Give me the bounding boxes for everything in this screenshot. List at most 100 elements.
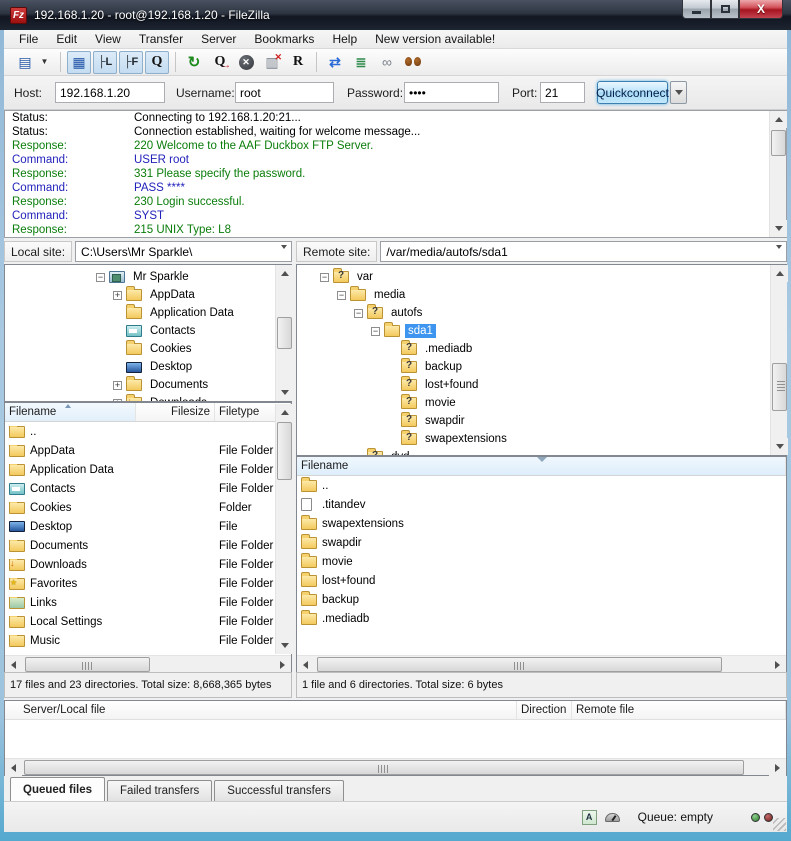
expander-icon[interactable] bbox=[320, 273, 329, 282]
scrollbar-thumb[interactable] bbox=[317, 657, 722, 672]
file-row[interactable]: Downloads File Folder bbox=[5, 555, 291, 574]
chevron-down-icon[interactable] bbox=[281, 245, 287, 263]
file-row[interactable]: .titandev bbox=[297, 495, 786, 514]
menu-item[interactable]: Server bbox=[192, 30, 245, 48]
tree-item[interactable]: var bbox=[297, 268, 786, 286]
scroll-left-icon[interactable] bbox=[11, 661, 16, 669]
title-bar[interactable]: Fz 192.168.1.20 - root@192.168.1.20 - Fi… bbox=[0, 0, 791, 30]
scrollbar-thumb[interactable] bbox=[277, 422, 292, 480]
scroll-left-icon[interactable] bbox=[11, 764, 16, 772]
scrollbar-thumb[interactable] bbox=[771, 130, 786, 156]
port-input[interactable] bbox=[540, 82, 585, 103]
file-row[interactable]: backup bbox=[297, 590, 786, 609]
remote-tree-vertical-scrollbar[interactable] bbox=[770, 265, 787, 455]
tree-item[interactable]: backup bbox=[297, 358, 786, 376]
menu-item[interactable]: Help bbox=[323, 30, 366, 48]
file-row[interactable]: AppData File Folder bbox=[5, 441, 291, 460]
column-header-filesize[interactable]: Filesize bbox=[136, 403, 215, 421]
remote-directory-tree[interactable]: var media autofs sda1 .mediadb back bbox=[296, 264, 787, 456]
directory-comparison-button[interactable]: ⇄ bbox=[323, 51, 347, 74]
scroll-down-icon[interactable] bbox=[775, 226, 783, 231]
tree-item[interactable]: dvd bbox=[297, 448, 786, 456]
username-input[interactable] bbox=[235, 82, 334, 103]
scroll-left-icon[interactable] bbox=[303, 661, 308, 669]
synchronized-browsing-button[interactable]: ∞ bbox=[375, 51, 399, 74]
scroll-up-icon[interactable] bbox=[281, 410, 289, 415]
queue-tab[interactable]: Successful transfers bbox=[214, 780, 344, 801]
host-input[interactable] bbox=[55, 82, 165, 103]
tree-item[interactable]: AppData bbox=[5, 286, 291, 304]
reconnect-button[interactable]: R bbox=[286, 51, 310, 74]
password-input[interactable] bbox=[404, 82, 499, 103]
column-header-server-local-file[interactable]: Server/Local file bbox=[5, 701, 517, 719]
file-row[interactable]: Application Data File Folder bbox=[5, 460, 291, 479]
site-manager-button[interactable]: ▤ bbox=[13, 51, 37, 74]
expander-icon[interactable] bbox=[354, 309, 363, 318]
toggle-local-tree-button[interactable]: ├L bbox=[93, 51, 117, 74]
file-row[interactable]: .mediadb bbox=[297, 609, 786, 628]
menu-item[interactable]: Bookmarks bbox=[245, 30, 323, 48]
remote-site-combobox[interactable]: /var/media/autofs/sda1 bbox=[380, 241, 787, 262]
queue-horizontal-scrollbar[interactable] bbox=[5, 758, 786, 775]
queue-tab[interactable]: Queued files bbox=[10, 777, 105, 801]
tree-item[interactable]: Cookies bbox=[5, 340, 291, 358]
resize-grip[interactable] bbox=[773, 818, 786, 831]
queue-tab[interactable]: Failed transfers bbox=[107, 780, 212, 801]
file-row[interactable]: Cookies Folder bbox=[5, 498, 291, 517]
chevron-down-icon[interactable] bbox=[776, 245, 782, 263]
local-list-vertical-scrollbar[interactable] bbox=[275, 404, 292, 654]
tree-item[interactable]: Desktop bbox=[5, 358, 291, 376]
file-row[interactable]: Documents File Folder bbox=[5, 536, 291, 555]
menu-item[interactable]: New version available! bbox=[366, 30, 504, 48]
expander-icon[interactable] bbox=[337, 291, 346, 300]
process-queue-button[interactable]: Q bbox=[208, 51, 232, 74]
close-button[interactable]: X bbox=[739, 0, 783, 19]
toggle-queue-button[interactable]: Q bbox=[145, 51, 169, 74]
scrollbar-thumb[interactable] bbox=[277, 317, 292, 349]
file-row[interactable]: Music File Folder bbox=[5, 631, 291, 650]
local-list-horizontal-scrollbar[interactable] bbox=[5, 655, 291, 672]
column-header-remote-file[interactable]: Remote file bbox=[572, 701, 786, 719]
scroll-down-icon[interactable] bbox=[281, 390, 289, 395]
menu-item[interactable]: View bbox=[86, 30, 130, 48]
remote-list-horizontal-scrollbar[interactable] bbox=[297, 655, 786, 672]
file-row[interactable]: Contacts File Folder bbox=[5, 479, 291, 498]
scroll-down-icon[interactable] bbox=[281, 643, 289, 648]
log-vertical-scrollbar[interactable] bbox=[769, 111, 786, 237]
quickconnect-dropdown[interactable] bbox=[670, 81, 687, 104]
disconnect-button[interactable]: ▥ bbox=[260, 51, 284, 74]
message-log[interactable]: Status: Connecting to 192.168.1.20:21...… bbox=[4, 110, 787, 238]
site-manager-dropdown[interactable]: ▼ bbox=[38, 51, 51, 74]
find-files-button[interactable] bbox=[401, 51, 425, 74]
tree-item[interactable]: Documents bbox=[5, 376, 291, 394]
scroll-up-icon[interactable] bbox=[776, 271, 784, 276]
scrollbar-thumb[interactable] bbox=[24, 760, 744, 775]
tree-item[interactable]: autofs bbox=[297, 304, 786, 322]
file-row[interactable]: movie bbox=[297, 552, 786, 571]
toggle-message-log-button[interactable]: ▦ bbox=[67, 51, 91, 74]
file-row[interactable]: Desktop File bbox=[5, 517, 291, 536]
scroll-right-icon[interactable] bbox=[280, 661, 285, 669]
quickconnect-button[interactable]: Quickconnect bbox=[597, 81, 668, 104]
tree-item[interactable]: movie bbox=[297, 394, 786, 412]
scrollbar-thumb[interactable] bbox=[772, 363, 787, 411]
tree-item[interactable]: sda1 bbox=[297, 322, 786, 340]
expander-icon[interactable] bbox=[96, 273, 105, 282]
file-row[interactable]: .. bbox=[5, 422, 291, 441]
transfer-type-icon[interactable]: A bbox=[582, 810, 597, 825]
file-row[interactable]: Local Settings File Folder bbox=[5, 612, 291, 631]
column-header-filename[interactable]: Filename bbox=[5, 403, 136, 421]
expander-icon[interactable] bbox=[113, 291, 122, 300]
scrollbar-thumb[interactable] bbox=[25, 657, 150, 672]
speed-limits-icon[interactable] bbox=[605, 813, 620, 822]
filter-listings-button[interactable]: ≣ bbox=[349, 51, 373, 74]
menu-item[interactable]: File bbox=[10, 30, 47, 48]
tree-item[interactable]: Downloads bbox=[5, 394, 291, 402]
local-site-combobox[interactable]: C:\Users\Mr Sparkle\ bbox=[75, 241, 292, 262]
tree-item[interactable]: swapextensions bbox=[297, 430, 786, 448]
tree-item[interactable]: Contacts bbox=[5, 322, 291, 340]
tree-item[interactable]: media bbox=[297, 286, 786, 304]
scroll-right-icon[interactable] bbox=[775, 764, 780, 772]
local-directory-tree[interactable]: Mr Sparkle AppData Application Data Cont… bbox=[4, 264, 292, 402]
file-row[interactable]: Links File Folder bbox=[5, 593, 291, 612]
